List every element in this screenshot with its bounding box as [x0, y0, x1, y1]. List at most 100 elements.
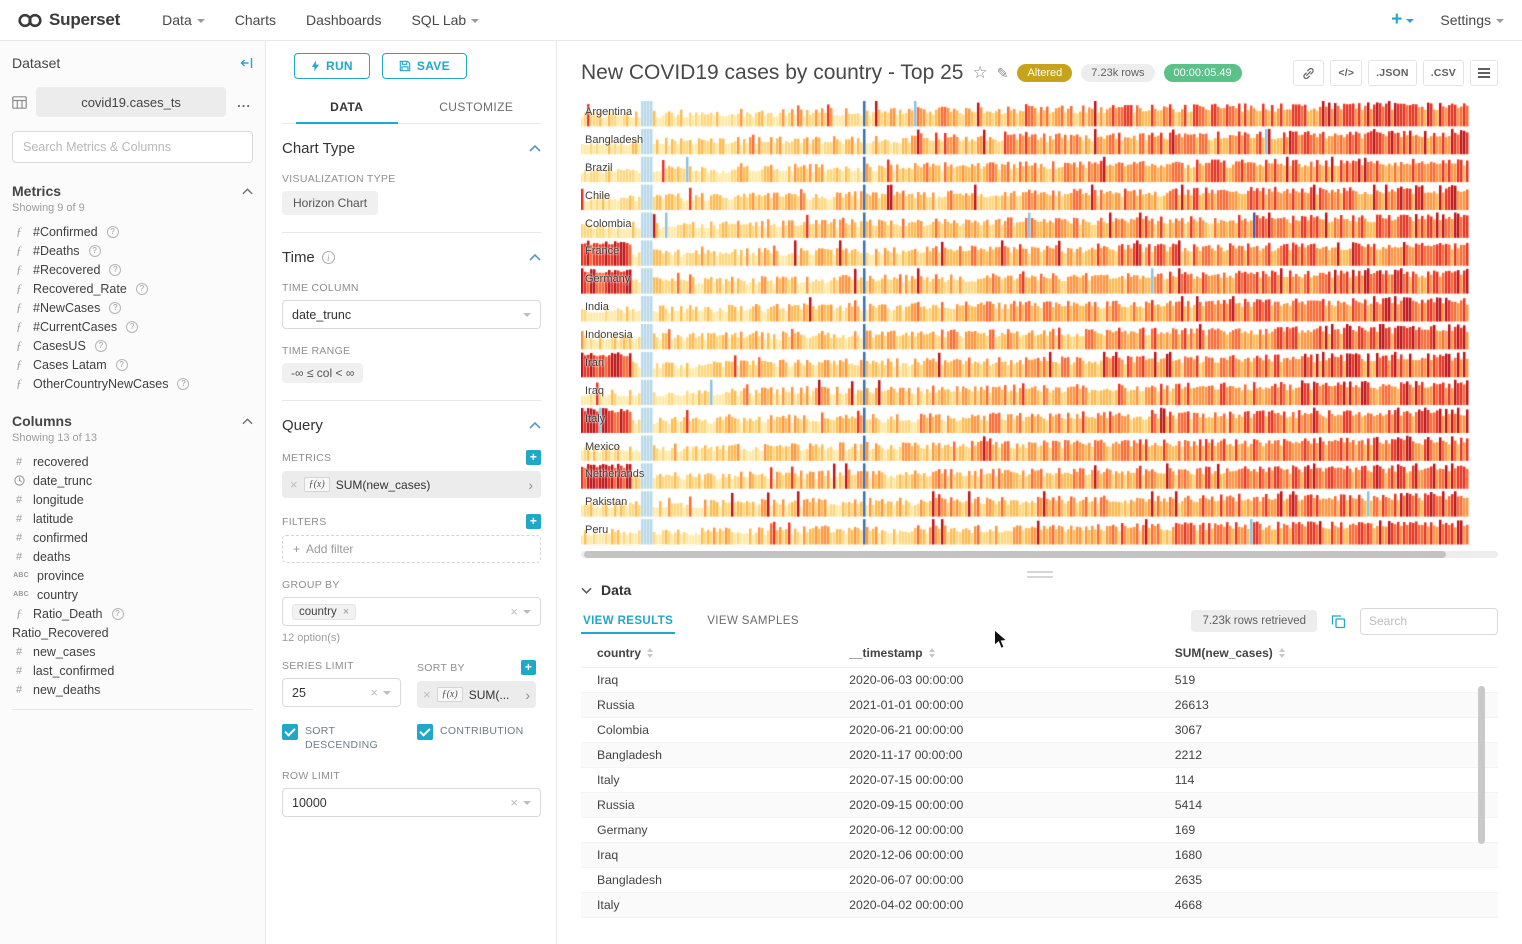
query-section-header[interactable]: Query — [282, 417, 541, 434]
metric-item[interactable]: ƒ#Confirmed? — [12, 222, 253, 241]
row-limit-select[interactable]: 10000 × — [282, 788, 541, 817]
settings-menu[interactable]: Settings — [1440, 12, 1504, 28]
remove-metric-icon[interactable]: × — [290, 478, 298, 491]
results-search-input[interactable] — [1369, 614, 1489, 628]
tab-data[interactable]: DATA — [282, 91, 412, 123]
table-row[interactable]: Russia2020-09-15 00:00:005414 — [581, 793, 1498, 818]
table-row[interactable]: Iraq2020-06-03 00:00:00519 — [581, 668, 1498, 693]
group-by-select[interactable]: country × × — [282, 597, 541, 626]
table-row[interactable]: Bangladesh2020-11-17 00:00:002212 — [581, 743, 1498, 768]
nav-dashboards[interactable]: Dashboards — [306, 12, 382, 28]
table-row[interactable]: Bangladesh2020-06-07 00:00:002635 — [581, 868, 1498, 893]
nav-sqllab[interactable]: SQL Lab — [411, 12, 479, 28]
column-item[interactable]: #new_cases — [12, 642, 253, 661]
dataset-search-input[interactable] — [23, 140, 242, 154]
dataset-more-icon[interactable]: ... — [235, 95, 253, 110]
copy-data-button[interactable] — [1331, 614, 1346, 629]
metric-item[interactable]: ƒCasesUS? — [12, 336, 253, 355]
chevron-down-icon — [581, 587, 592, 594]
remove-chip-icon[interactable]: × — [343, 606, 349, 618]
superset-logo[interactable]: Superset — [18, 10, 120, 30]
cell-sum-new-cases: 2212 — [1159, 748, 1498, 762]
scrollbar-thumb[interactable] — [584, 551, 1446, 558]
tab-view-results[interactable]: VIEW RESULTS — [581, 606, 675, 636]
header-country[interactable]: country — [581, 646, 833, 660]
export-csv-button[interactable]: .CSV — [1423, 60, 1464, 86]
chart-row-label: Netherlands — [585, 468, 644, 480]
add-sort-by-button[interactable]: + — [521, 660, 536, 675]
sort-by-pill[interactable]: × ƒ(x) SUM(... › — [417, 681, 536, 708]
metrics-section-header[interactable]: Metrics — [12, 183, 253, 199]
tab-view-samples[interactable]: VIEW SAMPLES — [705, 606, 801, 636]
export-json-button[interactable]: .JSON — [1368, 60, 1417, 86]
group-by-chip[interactable]: country × — [292, 604, 356, 620]
metric-name: Cases Latam — [33, 358, 107, 372]
table-row[interactable]: Russia2021-01-01 00:00:0026613 — [581, 693, 1498, 718]
chart-type-section-header[interactable]: Chart Type — [282, 140, 541, 157]
cell-country: Russia — [581, 698, 833, 712]
time-column-select[interactable]: date_trunc — [282, 300, 541, 329]
collapse-panel-icon[interactable] — [240, 57, 253, 69]
metric-item[interactable]: ƒ#CurrentCases? — [12, 317, 253, 336]
metric-item[interactable]: ƒOtherCountryNewCases? — [12, 374, 253, 393]
table-row[interactable]: Germany2020-06-12 00:00:00169 — [581, 818, 1498, 843]
metric-item[interactable]: ƒCases Latam? — [12, 355, 253, 374]
clear-select-icon[interactable]: × — [510, 796, 518, 809]
edit-title-icon[interactable]: ✎ — [997, 65, 1009, 82]
sort-descending-checkbox[interactable]: SORT DESCENDING — [282, 724, 401, 752]
column-item[interactable]: #longitude — [12, 490, 253, 509]
metric-item[interactable]: ƒ#Recovered? — [12, 260, 253, 279]
data-section-header[interactable]: Data — [581, 582, 1498, 598]
remove-sort-icon[interactable]: × — [423, 688, 431, 701]
metric-item[interactable]: ƒ#NewCases? — [12, 298, 253, 317]
dataset-selector[interactable]: covid19.cases_ts — [36, 87, 226, 117]
nav-data[interactable]: Data — [162, 12, 205, 28]
column-item[interactable]: #latitude — [12, 509, 253, 528]
metric-item[interactable]: ƒRecovered_Rate? — [12, 279, 253, 298]
column-name: new_deaths — [33, 683, 100, 697]
chart-menu-button[interactable] — [1470, 60, 1498, 86]
add-filter-dropzone[interactable]: + Add filter — [282, 535, 541, 563]
column-item[interactable]: #last_confirmed — [12, 661, 253, 680]
column-item[interactable]: ABCcountry — [12, 585, 253, 604]
column-item[interactable]: #confirmed — [12, 528, 253, 547]
time-range-value[interactable]: -∞ ≤ col < ∞ — [282, 363, 363, 383]
column-item[interactable]: #new_deaths — [12, 680, 253, 699]
save-button[interactable]: SAVE — [382, 53, 467, 79]
column-item[interactable]: ABCprovince — [12, 566, 253, 585]
run-button[interactable]: RUN — [294, 53, 370, 79]
column-item[interactable]: Ratio_Recovered — [12, 623, 253, 642]
new-item-button[interactable]: + — [1391, 9, 1414, 31]
add-metric-button[interactable]: + — [526, 450, 541, 465]
embed-code-button[interactable]: </> — [1330, 60, 1362, 86]
horizon-chart[interactable]: ArgentinaBangladeshBrazilChileColombiaFr… — [581, 100, 1498, 546]
table-row[interactable]: Colombia2020-06-21 00:00:003067 — [581, 718, 1498, 743]
metric-pill[interactable]: × ƒ(x) SUM(new_cases) › — [282, 471, 541, 498]
tab-customize[interactable]: CUSTOMIZE — [412, 91, 542, 123]
clear-select-icon[interactable]: × — [510, 605, 518, 618]
column-item[interactable]: #recovered — [12, 452, 253, 471]
viz-type-value[interactable]: Horizon Chart — [282, 191, 378, 215]
altered-badge[interactable]: Altered — [1017, 64, 1072, 82]
columns-section-header[interactable]: Columns — [12, 413, 253, 429]
horizontal-scrollbar[interactable] — [581, 551, 1498, 558]
series-limit-select[interactable]: 25 × — [282, 678, 401, 707]
metric-item[interactable]: ƒ#Deaths? — [12, 241, 253, 260]
contribution-checkbox[interactable]: CONTRIBUTION — [417, 724, 536, 752]
column-item[interactable]: date_trunc — [12, 471, 253, 490]
table-row[interactable]: Iraq2020-12-06 00:00:001680 — [581, 843, 1498, 868]
favorite-star-icon[interactable]: ☆ — [972, 63, 987, 83]
table-row[interactable]: Italy2020-04-02 00:00:004668 — [581, 893, 1498, 918]
add-filter-button[interactable]: + — [526, 514, 541, 529]
table-row[interactable]: Italy2020-07-15 00:00:00114 — [581, 768, 1498, 793]
column-item[interactable]: ƒRatio_Death? — [12, 604, 253, 623]
vertical-scrollbar[interactable] — [1478, 686, 1485, 844]
header-timestamp[interactable]: __timestamp — [833, 646, 1159, 660]
pane-resize-handle[interactable] — [1025, 571, 1055, 578]
column-item[interactable]: #deaths — [12, 547, 253, 566]
nav-charts[interactable]: Charts — [235, 12, 276, 28]
copy-link-button[interactable] — [1293, 60, 1324, 86]
clear-select-icon[interactable]: × — [370, 686, 378, 699]
header-sum-new-cases[interactable]: SUM(new_cases) — [1159, 646, 1498, 660]
time-section-header[interactable]: Timei — [282, 249, 541, 266]
